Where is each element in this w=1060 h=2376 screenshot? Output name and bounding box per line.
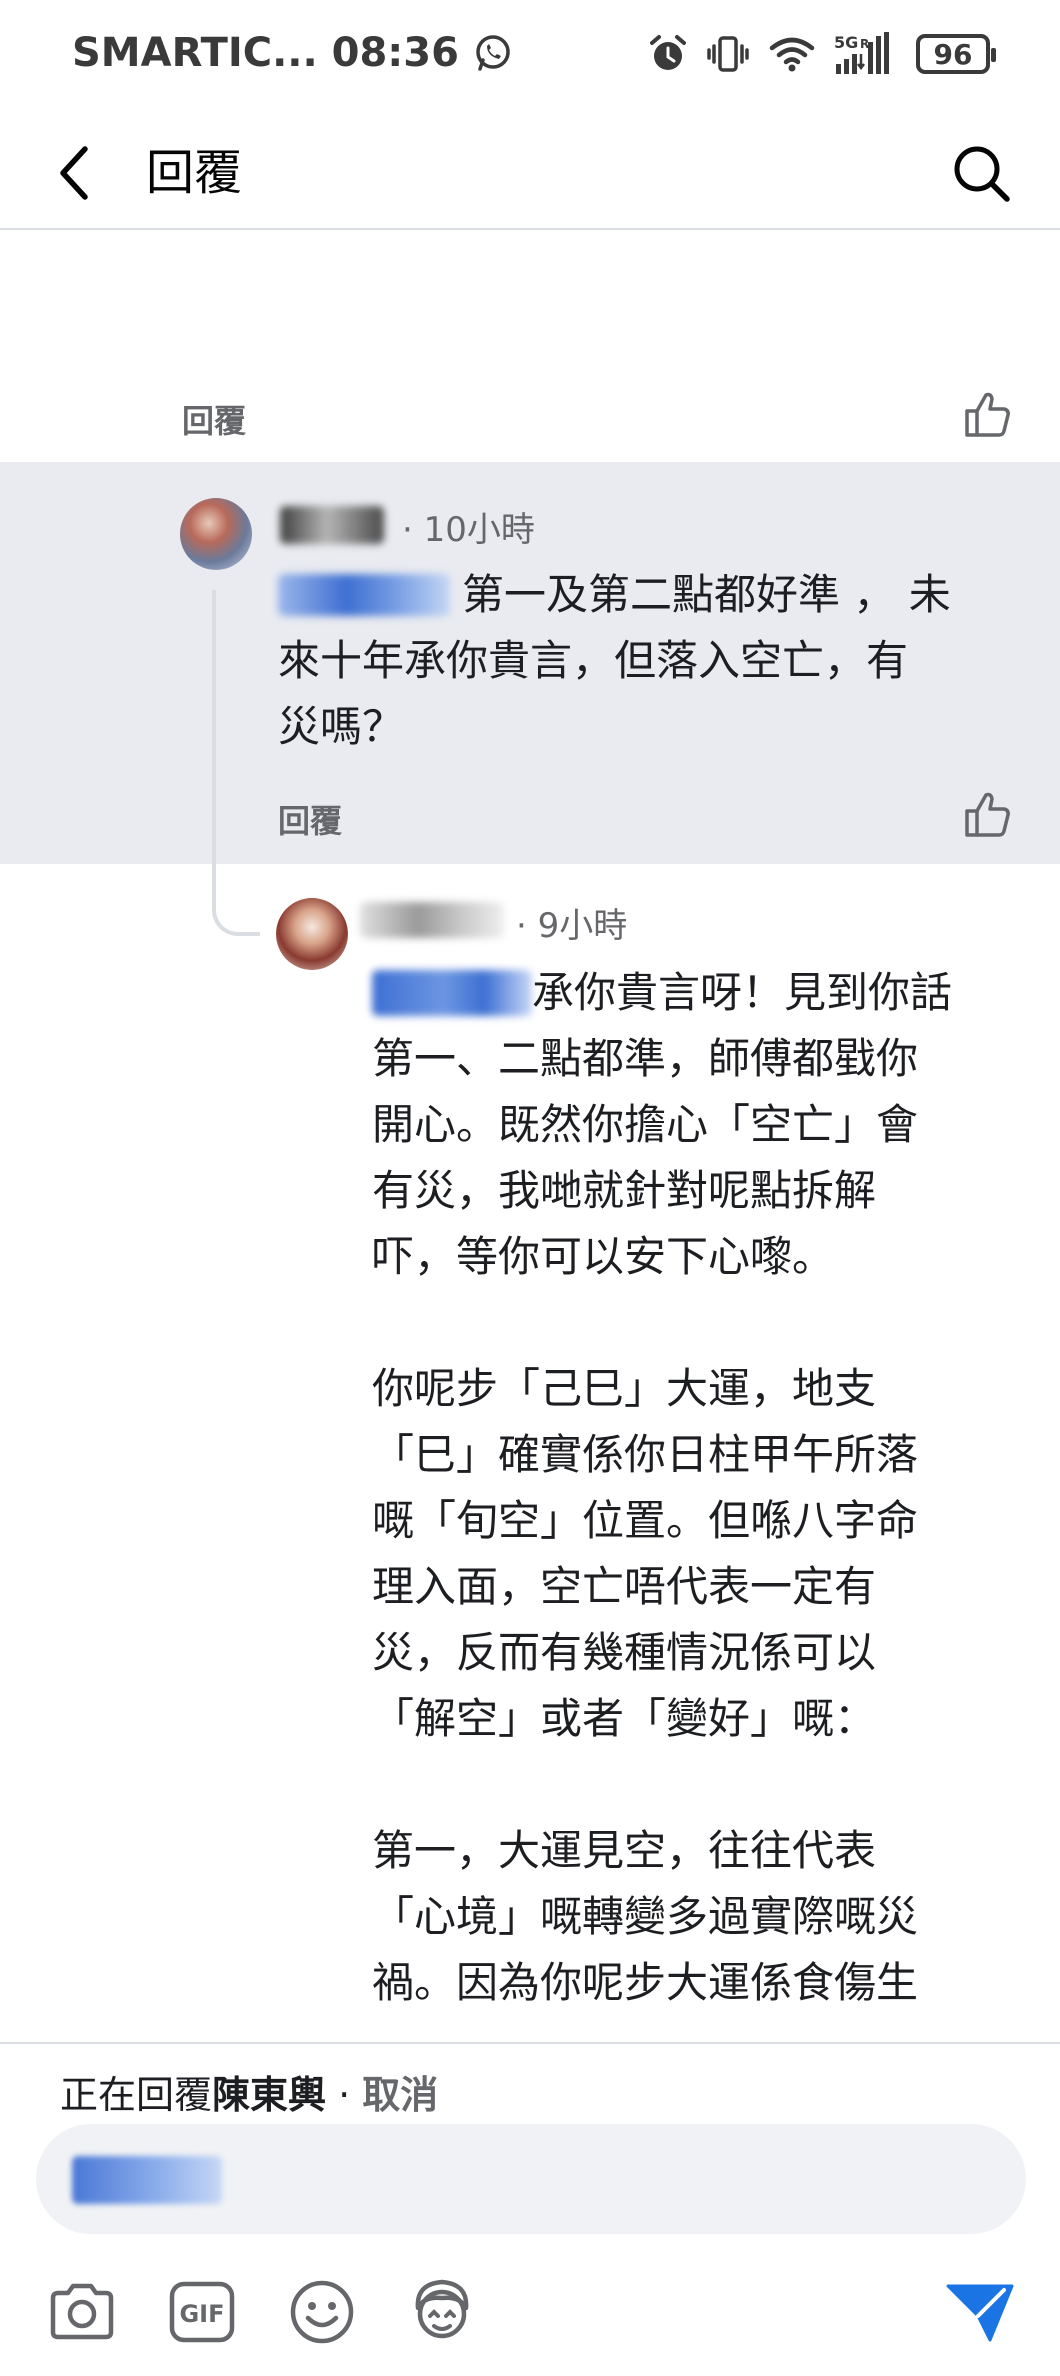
comment-timestamp: · 10小時 bbox=[402, 510, 535, 550]
reply-text-line: 開心。既然你擔心「空亡」會 bbox=[372, 1100, 919, 1149]
commenter-name-redacted[interactable] bbox=[280, 506, 384, 544]
separator-dot: · bbox=[326, 2073, 363, 2117]
network-type-label: 5G bbox=[834, 33, 858, 52]
search-icon bbox=[954, 146, 1010, 202]
reply-text-line: 有災，我哋就針對呢點拆解 bbox=[372, 1166, 877, 1215]
search-button[interactable] bbox=[946, 136, 1016, 210]
top-comment-reply-link[interactable]: 回覆 bbox=[182, 396, 246, 442]
camera-icon bbox=[50, 2283, 114, 2340]
reply-timestamp: · 9小時 bbox=[516, 906, 628, 946]
vibrate-icon bbox=[706, 34, 750, 74]
svg-text:R: R bbox=[860, 37, 869, 51]
reply-text-line: 「心境」嘅轉變多過實際嘅災 bbox=[372, 1892, 919, 1941]
reply-text-line: 理入面，空亡唔代表一定有 bbox=[372, 1562, 877, 1611]
alarm-icon bbox=[648, 34, 688, 74]
avatar-sticker-button[interactable] bbox=[404, 2274, 480, 2350]
wifi-icon bbox=[768, 34, 816, 74]
reply-text-line: 承你貴言呀！見到你話 bbox=[532, 968, 953, 1017]
page-title: 回覆 bbox=[146, 145, 243, 201]
send-button[interactable] bbox=[942, 2274, 1018, 2350]
replying-to-name: 陳東輿 bbox=[212, 2073, 327, 2117]
chevron-left-icon bbox=[60, 146, 88, 200]
replying-to-bar: 正在回覆陳東輿 · 取消 bbox=[60, 2064, 438, 2119]
comment-text-line: 災嗎？ bbox=[278, 702, 405, 751]
svg-text:GIF: GIF bbox=[179, 2300, 224, 2328]
mention-tag-redacted[interactable] bbox=[278, 574, 450, 616]
reply-text-line: 你呢步「己巳」大運，地支 bbox=[372, 1364, 877, 1413]
mention-tag-redacted bbox=[72, 2156, 222, 2204]
whatsapp-icon bbox=[473, 33, 513, 73]
top-comment-like-button[interactable] bbox=[960, 386, 1016, 442]
replier-avatar[interactable] bbox=[276, 898, 348, 970]
reply-text-line: 災，反而有幾種情況係可以 bbox=[372, 1628, 877, 1677]
back-button[interactable] bbox=[42, 138, 108, 208]
send-icon bbox=[946, 2284, 1014, 2342]
carrier-time: SMARTIC... 08:36 bbox=[72, 30, 459, 76]
camera-button[interactable] bbox=[44, 2274, 120, 2350]
thumbs-up-icon bbox=[965, 792, 1010, 837]
smiley-icon bbox=[290, 2280, 354, 2344]
replier-name-redacted[interactable] bbox=[360, 902, 504, 938]
status-left: SMARTIC... 08:36 bbox=[72, 30, 513, 76]
app-header: 回覆 bbox=[0, 118, 1060, 230]
comment-text-line: 第一及第二點都好準 ， 未 bbox=[462, 570, 951, 619]
battery-indicator: 96 bbox=[916, 34, 996, 74]
comment-like-button[interactable] bbox=[960, 786, 1016, 842]
avatar-sticker-icon bbox=[415, 2279, 469, 2339]
reply-text-line: 第一、二點都準，師傅都戥你 bbox=[372, 1034, 919, 1083]
status-bar: SMARTIC... 08:36 5G R 96 bbox=[0, 0, 1060, 118]
cellular-signal-icon: 5G R bbox=[834, 32, 898, 76]
reply-text-line: 禍。因為你呢步大運係食傷生 bbox=[372, 1958, 919, 2007]
reply-text-line: 吓，等你可以安下心嚟。 bbox=[372, 1232, 835, 1281]
composer-toolbar: GIF bbox=[0, 2266, 1060, 2356]
replying-prefix: 正在回覆 bbox=[60, 2073, 213, 2117]
mention-tag-redacted[interactable] bbox=[372, 970, 532, 1016]
reply-text-line: 「巳」確實係你日柱甲午所落 bbox=[372, 1430, 919, 1479]
thread-connector-line bbox=[212, 590, 260, 936]
comment-text-line: 來十年承你貴言，但落入空亡，有 bbox=[278, 636, 909, 685]
thumbs-up-icon bbox=[965, 392, 1010, 437]
gif-button[interactable]: GIF bbox=[164, 2274, 240, 2350]
reply-text-line: 第一，大運見空，往往代表 bbox=[372, 1826, 877, 1875]
reply-text-line: 「解空」或者「變好」嘅： bbox=[372, 1694, 877, 1743]
status-right: 5G R 96 bbox=[648, 32, 996, 76]
reply-text-line: 嘅「旬空」位置。但喺八字命 bbox=[372, 1496, 919, 1545]
cancel-reply-link[interactable]: 取消 bbox=[362, 2073, 438, 2117]
emoji-button[interactable] bbox=[284, 2274, 360, 2350]
reply-composer: 正在回覆陳東輿 · 取消 GIF bbox=[0, 2042, 1060, 2376]
comment-input[interactable] bbox=[36, 2124, 1026, 2234]
gif-icon: GIF bbox=[169, 2281, 235, 2343]
commenter-avatar[interactable] bbox=[180, 498, 252, 570]
comment-reply-link[interactable]: 回覆 bbox=[278, 796, 342, 842]
